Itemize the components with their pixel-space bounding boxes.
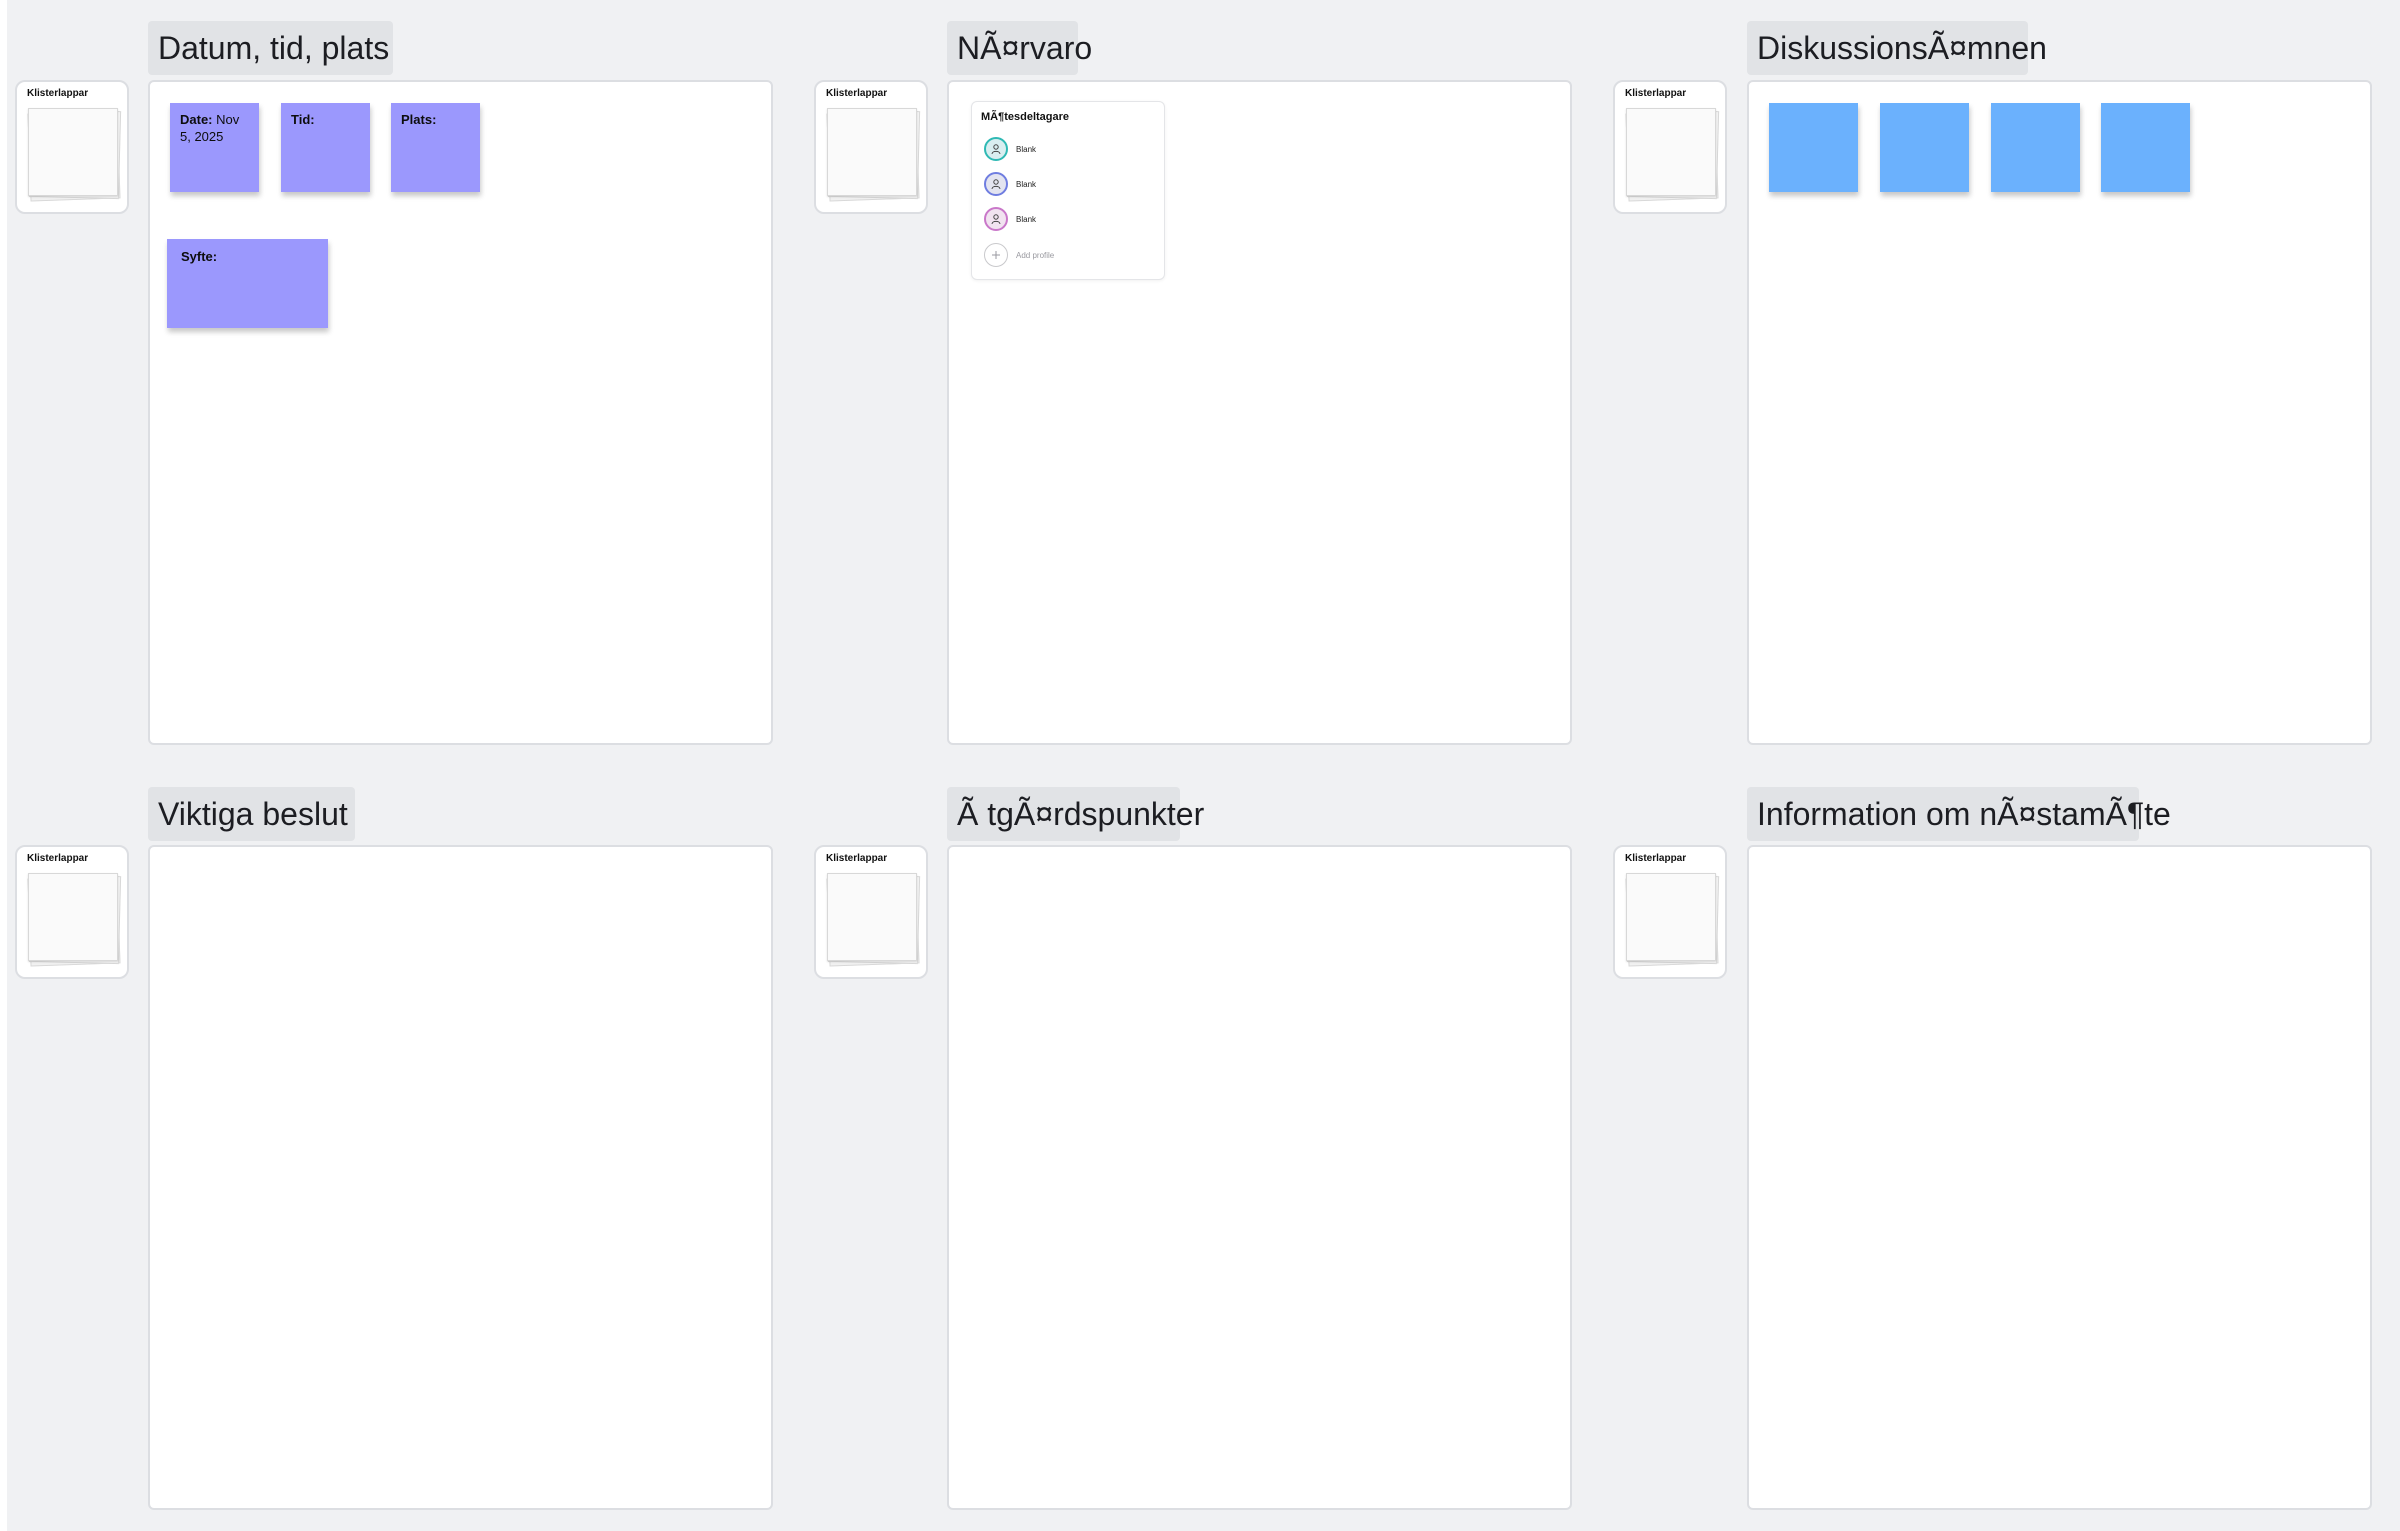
- frame-title-text: Ã tgÃ¤rdspunkter: [957, 796, 1205, 832]
- attendees-card-title: MÃ¶tesdeltagare: [981, 111, 1070, 123]
- attendee-row[interactable]: Blank: [984, 206, 1036, 232]
- frame-title-atgard[interactable]: Ã tgÃ¤rdspunkter: [947, 787, 1204, 841]
- frame-title-diskussion[interactable]: DiskussionsÃ¤mnen: [1747, 21, 2047, 75]
- attendee-name: Blank: [1016, 214, 1037, 224]
- frame-title-text: DiskussionsÃ¤mnen: [1757, 30, 2047, 66]
- date-label: Date:: [180, 112, 213, 127]
- sticky-note-syfte[interactable]: Syfte:: [167, 239, 328, 328]
- plus-icon: [984, 243, 1008, 267]
- frame-information[interactable]: [1747, 845, 2372, 1510]
- syfte-label: Syfte:: [181, 249, 218, 264]
- frame-title-narvaro[interactable]: NÃ¤rvaro: [947, 21, 1092, 75]
- sticky-notes-stack[interactable]: Klisterlappar: [1613, 80, 1727, 214]
- attendee-row[interactable]: Blank: [984, 171, 1036, 197]
- attendee-name: Blank: [1016, 144, 1037, 154]
- person-icon: [984, 137, 1008, 161]
- frame-title-beslut[interactable]: Viktiga beslut: [148, 787, 355, 841]
- stack-label: Klisterlappar: [826, 88, 888, 99]
- sticky-note-topic[interactable]: [1769, 103, 1858, 192]
- sticky-note-topic[interactable]: [1880, 103, 1969, 192]
- stack-label: Klisterlappar: [27, 88, 89, 99]
- frame-title-text: Viktiga beslut: [158, 796, 348, 832]
- frame-atgard[interactable]: [947, 845, 1572, 1510]
- sticky-note-topic[interactable]: [2101, 103, 2190, 192]
- stack-label: Klisterlappar: [826, 853, 888, 864]
- sticky-notes-stack[interactable]: Klisterlappar: [1613, 845, 1727, 979]
- tid-label: Tid:: [291, 112, 315, 127]
- frame-title-text: Datum, tid, plats: [158, 30, 390, 66]
- attendees-card[interactable]: MÃ¶tesdeltagare Blank Blank Blank Add pr…: [971, 101, 1165, 280]
- add-profile-button[interactable]: Add profile: [984, 242, 1054, 268]
- add-profile-label: Add profile: [1016, 250, 1055, 260]
- sticky-notes-stack[interactable]: Klisterlappar: [15, 845, 129, 979]
- plats-label: Plats:: [401, 112, 437, 127]
- sticky-notes-stack[interactable]: Klisterlappar: [814, 80, 928, 214]
- frame-beslut[interactable]: [148, 845, 773, 1510]
- attendee-name: Blank: [1016, 179, 1037, 189]
- frame-title-text: NÃ¤rvaro: [957, 30, 1093, 66]
- sticky-note-topic[interactable]: [1991, 103, 2080, 192]
- frame-title-text: Information om nÃ¤stamÃ¶te: [1757, 796, 2171, 832]
- stack-label: Klisterlappar: [27, 853, 89, 864]
- stack-label: Klisterlappar: [1625, 88, 1687, 99]
- person-icon: [984, 207, 1008, 231]
- sticky-note-date[interactable]: Date: Nov 5, 2025: [170, 103, 259, 192]
- sticky-note-tid[interactable]: Tid:: [281, 103, 370, 192]
- person-icon: [984, 172, 1008, 196]
- sticky-note-plats[interactable]: Plats:: [391, 103, 480, 192]
- frame-title-datum[interactable]: Datum, tid, plats: [148, 21, 393, 75]
- sticky-notes-stack[interactable]: Klisterlappar: [15, 80, 129, 214]
- attendee-row[interactable]: Blank: [984, 136, 1036, 162]
- frame-title-information[interactable]: Information om nÃ¤stamÃ¶te: [1747, 787, 2171, 841]
- sticky-notes-stack[interactable]: Klisterlappar: [814, 845, 928, 979]
- stack-label: Klisterlappar: [1625, 853, 1687, 864]
